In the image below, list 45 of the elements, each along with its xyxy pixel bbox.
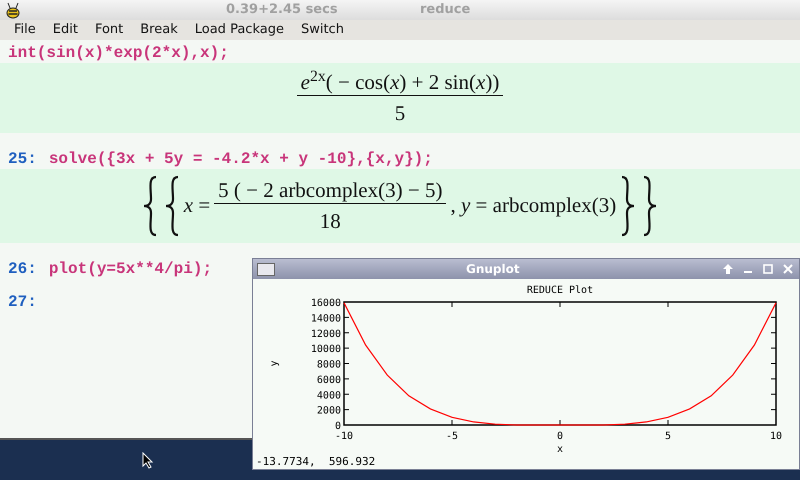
prompt-number: 27: [8,292,37,312]
menu-item[interactable]: Break [140,20,178,40]
menu-item[interactable]: Edit [52,20,78,40]
menu-item[interactable]: Load Package [194,20,284,40]
arrow-up-icon[interactable] [721,262,735,276]
fraction-numerator: 5 ( − 2 arbcomplex(3) − 5) [214,176,446,204]
y-tick-label: 12000 [310,328,341,340]
x-tick-label: 5 [664,431,672,442]
input-code[interactable]: int(sin(x)*exp(2*x),x); [8,41,229,65]
y-tick-label: 14000 [310,313,341,324]
close-icon[interactable] [781,262,795,276]
bee-icon [4,2,22,18]
x-tick-label: -10 [334,431,354,442]
y-tick-label: 16000 [310,298,341,309]
cursor-coordinates: -13.7734, 596.932 [255,455,376,469]
x-tick-label: 10 [770,431,782,442]
window-menu-icon[interactable] [257,262,275,276]
menu-item[interactable]: File [14,20,36,40]
y-tick-label: 2000 [316,406,341,417]
chart-title: REDUCE Plot [526,285,594,296]
prompt-number: 26: [8,258,37,280]
x-tick-label: -5 [446,431,458,442]
maximize-icon[interactable] [761,262,775,276]
x-axis-label: x [556,444,564,455]
prompt-number: 25: [8,148,37,170]
input-code[interactable]: solve({3x + 5y = -4.2*x + y -10},{x,y}); [48,146,433,170]
y-axis-label: y [269,360,280,367]
menu-item[interactable]: Font [94,20,124,40]
menu-item[interactable]: Switch [300,20,344,40]
fraction-denominator: 18 [320,208,341,234]
math-text: x = [184,192,210,219]
timing-text: 0.39+2.45 secs [226,1,338,20]
y-tick-label: 4000 [316,390,341,402]
y-tick-label: 10000 [310,344,341,356]
mouse-cursor-icon [142,452,154,469]
window-title: reduce [420,1,470,20]
fraction-denominator: 5 [394,100,406,126]
gnuplot-title: Gnuplot [466,261,520,278]
x-tick-label: 0 [556,431,564,442]
y-tick-label: 0 [334,421,341,432]
y-tick-label: 6000 [316,374,341,386]
y-tick-label: 8000 [316,360,341,370]
math-text: , y = arbcomplex(3) [450,192,616,219]
fraction-numerator: e$^{2x}$( − cos(x) + 2 sin(x)) [296,69,504,96]
input-code[interactable]: plot(y=5x**4/pi); [48,256,212,280]
